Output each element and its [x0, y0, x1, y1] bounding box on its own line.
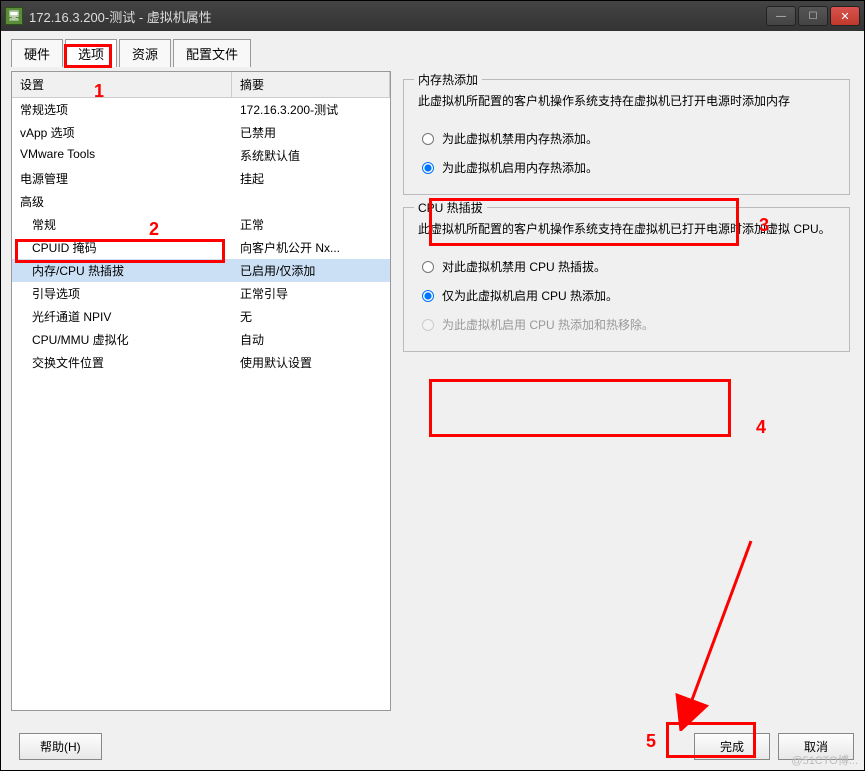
table-row[interactable]: CPUID 掩码向客户机公开 Nx...	[12, 236, 390, 259]
memory-disable-radio-row[interactable]: 为此虚拟机禁用内存热添加。	[418, 124, 835, 153]
row-name: 内存/CPU 热插拔	[12, 259, 232, 282]
footer: 帮助(H) 完成 取消	[11, 733, 854, 760]
right-panel: 内存热添加 此虚拟机所配置的客户机操作系统支持在虚拟机已打开电源时添加内存 为此…	[399, 71, 854, 711]
row-name: 高级	[12, 190, 232, 213]
cpu-group-desc: 此虚拟机所配置的客户机操作系统支持在虚拟机已打开电源时添加虚拟 CPU。	[418, 220, 835, 238]
table-rows: 常规选项172.16.3.200-测试vApp 选项已禁用VMware Tool…	[12, 98, 390, 710]
vm-properties-window: 🖥 172.16.3.200-测试 - 虚拟机属性 硬件 选项 资源 配置文件 …	[0, 0, 865, 771]
row-summary: 系统默认值	[232, 144, 390, 167]
row-name: 交换文件位置	[12, 351, 232, 374]
watermark: @51CTO博...	[791, 752, 858, 768]
row-summary: 已禁用	[232, 121, 390, 144]
table-row[interactable]: 内存/CPU 热插拔已启用/仅添加	[12, 259, 390, 282]
vmware-icon: 🖥	[5, 7, 23, 25]
cpu-addonly-radio[interactable]	[422, 290, 434, 302]
tab-strip: 硬件 选项 资源 配置文件	[11, 39, 854, 67]
window-title: 172.16.3.200-测试 - 虚拟机属性	[29, 7, 766, 26]
memory-enable-radio[interactable]	[422, 162, 434, 174]
settings-table: 设置 摘要 常规选项172.16.3.200-测试vApp 选项已禁用VMwar…	[11, 71, 391, 711]
row-summary: 使用默认设置	[232, 351, 390, 374]
tab-resources[interactable]: 资源	[119, 39, 171, 67]
memory-hotadd-group: 内存热添加 此虚拟机所配置的客户机操作系统支持在虚拟机已打开电源时添加内存 为此…	[403, 79, 850, 195]
table-row[interactable]: 引导选项正常引导	[12, 282, 390, 305]
row-name: 常规	[12, 213, 232, 236]
maximize-button[interactable]	[798, 6, 828, 26]
row-name: 光纤通道 NPIV	[12, 305, 232, 328]
memory-group-title: 内存热添加	[414, 71, 482, 88]
row-summary: 挂起	[232, 167, 390, 190]
table-row[interactable]: 常规正常	[12, 213, 390, 236]
table-row[interactable]: 交换文件位置使用默认设置	[12, 351, 390, 374]
cpu-addonly-radio-row[interactable]: 仅为此虚拟机启用 CPU 热添加。	[418, 281, 835, 310]
content-area: 硬件 选项 资源 配置文件 设置 摘要 常规选项172.16.3.200-测试v…	[1, 31, 864, 770]
memory-group-desc: 此虚拟机所配置的客户机操作系统支持在虚拟机已打开电源时添加内存	[418, 92, 835, 110]
row-name: 常规选项	[12, 98, 232, 121]
titlebar: 🖥 172.16.3.200-测试 - 虚拟机属性	[1, 1, 864, 31]
cpu-addremove-label: 为此虚拟机启用 CPU 热添加和热移除。	[442, 316, 654, 333]
table-row[interactable]: 光纤通道 NPIV无	[12, 305, 390, 328]
table-row[interactable]: 高级	[12, 190, 390, 213]
body: 设置 摘要 常规选项172.16.3.200-测试vApp 选项已禁用VMwar…	[11, 71, 854, 711]
row-summary: 正常	[232, 213, 390, 236]
cpu-addonly-label: 仅为此虚拟机启用 CPU 热添加。	[442, 287, 618, 304]
table-row[interactable]: 电源管理挂起	[12, 167, 390, 190]
row-name: CPU/MMU 虚拟化	[12, 328, 232, 351]
row-summary	[232, 190, 390, 213]
row-summary: 正常引导	[232, 282, 390, 305]
tab-hardware[interactable]: 硬件	[11, 39, 63, 67]
window-buttons	[766, 6, 860, 26]
cpu-disable-radio[interactable]	[422, 261, 434, 273]
cpu-disable-radio-row[interactable]: 对此虚拟机禁用 CPU 热插拔。	[418, 252, 835, 281]
header-summary: 摘要	[232, 72, 390, 97]
table-row[interactable]: VMware Tools系统默认值	[12, 144, 390, 167]
row-summary: 已启用/仅添加	[232, 259, 390, 282]
memory-enable-label: 为此虚拟机启用内存热添加。	[442, 159, 598, 176]
table-header: 设置 摘要	[12, 72, 390, 98]
minimize-button[interactable]	[766, 6, 796, 26]
cpu-addremove-radio-row: 为此虚拟机启用 CPU 热添加和热移除。	[418, 310, 835, 339]
table-row[interactable]: vApp 选项已禁用	[12, 121, 390, 144]
ok-button[interactable]: 完成	[694, 733, 770, 760]
table-row[interactable]: CPU/MMU 虚拟化自动	[12, 328, 390, 351]
row-summary: 自动	[232, 328, 390, 351]
row-name: 引导选项	[12, 282, 232, 305]
help-button[interactable]: 帮助(H)	[19, 733, 102, 760]
table-row[interactable]: 常规选项172.16.3.200-测试	[12, 98, 390, 121]
tab-options[interactable]: 选项	[65, 39, 117, 67]
row-name: VMware Tools	[12, 144, 232, 167]
row-name: vApp 选项	[12, 121, 232, 144]
memory-disable-radio[interactable]	[422, 133, 434, 145]
close-button[interactable]	[830, 6, 860, 26]
row-summary: 无	[232, 305, 390, 328]
cpu-group-title: CPU 热插拔	[414, 199, 487, 216]
row-name: 电源管理	[12, 167, 232, 190]
row-summary: 向客户机公开 Nx...	[232, 236, 390, 259]
cpu-disable-label: 对此虚拟机禁用 CPU 热插拔。	[442, 258, 606, 275]
cpu-hotplug-group: CPU 热插拔 此虚拟机所配置的客户机操作系统支持在虚拟机已打开电源时添加虚拟 …	[403, 207, 850, 352]
row-name: CPUID 掩码	[12, 236, 232, 259]
header-setting: 设置	[12, 72, 232, 97]
memory-enable-radio-row[interactable]: 为此虚拟机启用内存热添加。	[418, 153, 835, 182]
row-summary: 172.16.3.200-测试	[232, 98, 390, 121]
tab-profile[interactable]: 配置文件	[173, 39, 251, 67]
memory-disable-label: 为此虚拟机禁用内存热添加。	[442, 130, 598, 147]
cpu-addremove-radio	[422, 319, 434, 331]
